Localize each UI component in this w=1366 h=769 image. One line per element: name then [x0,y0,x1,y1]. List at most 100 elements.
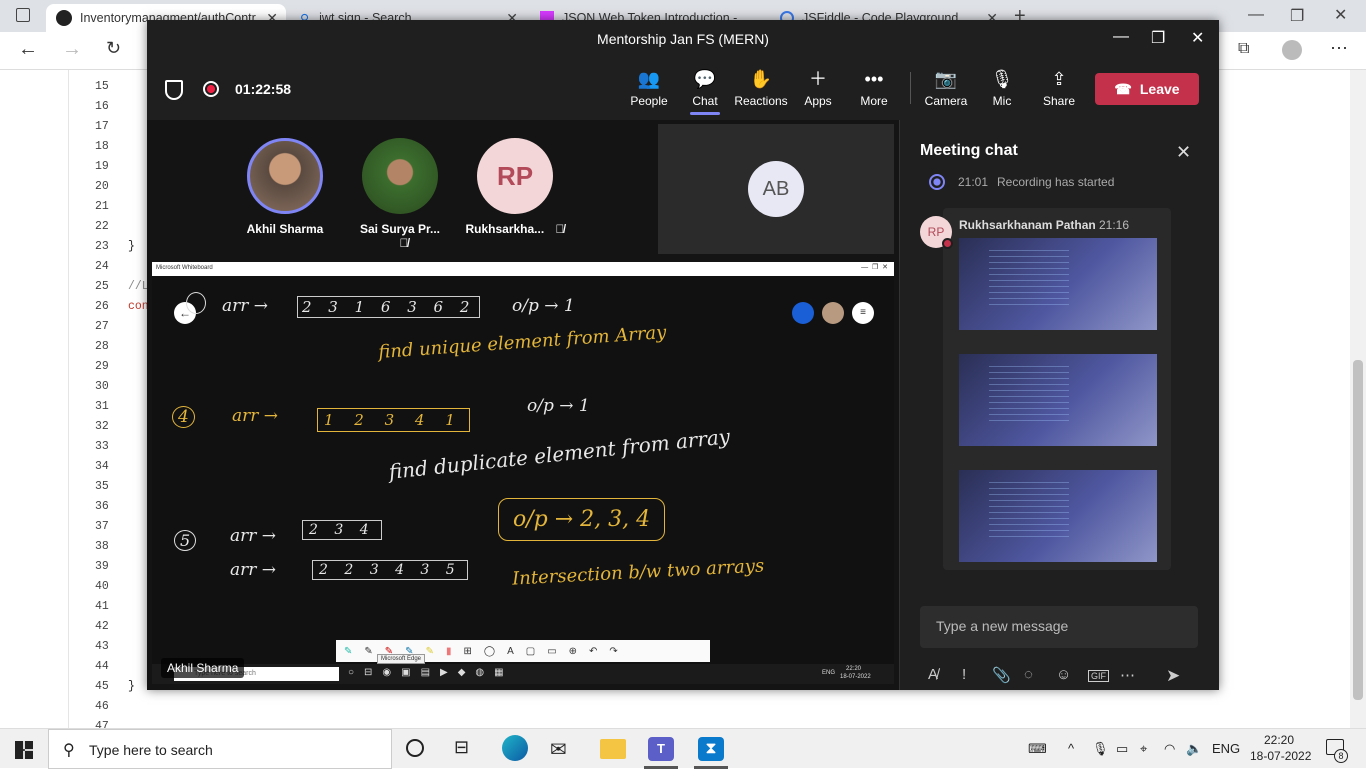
clock-time[interactable]: 22:20 [1264,733,1294,747]
file-explorer-icon[interactable] [600,739,626,759]
line-number: 43 [95,640,109,653]
menu-icon[interactable]: ⋯ [1330,38,1348,59]
line-number: 17 [95,120,109,133]
redo-icon[interactable]: ↷ [609,646,617,657]
image-icon[interactable]: ▭ [547,646,556,657]
ink-text: arr → [222,296,269,316]
location-icon[interactable]: ⌖ [1140,741,1147,757]
ink-text: Intersection b/w two arrays [511,555,765,590]
people-button[interactable]: 👥 People [621,68,677,108]
page-scrollbar[interactable] [1350,70,1366,728]
battery-icon[interactable]: ▭ [1116,741,1128,757]
shared-image[interactable] [959,470,1157,562]
forward-icon[interactable]: → [62,38,82,61]
participant-tile[interactable]: Akhil Sharma [235,138,335,236]
ink-text: o/p → 2, 3, 4 [498,498,666,541]
ink-text: 5 [174,530,197,551]
line-number: 37 [95,520,109,533]
minimize-icon[interactable]: — [1113,28,1129,46]
language-indicator[interactable]: ENG [1212,741,1240,756]
chevron-up-icon[interactable]: ^ [1068,741,1074,756]
camera-button[interactable]: 📷 Camera [918,68,974,108]
ink-circle [186,292,206,314]
wifi-icon[interactable]: ◠ [1164,741,1175,757]
back-icon[interactable]: ← [18,38,38,61]
shared-image[interactable] [959,354,1157,446]
vscode-icon[interactable]: ⧗ [698,737,724,761]
reload-icon[interactable]: ↻ [106,38,121,59]
text-icon[interactable]: A [507,646,514,657]
tab-actions-icon[interactable] [16,8,30,22]
close-icon[interactable]: ✕ [1191,28,1204,48]
menu-icon[interactable]: ≡ [852,302,874,324]
pen-icon[interactable]: ✎ [344,646,352,657]
undo-icon[interactable]: ↶ [589,646,597,657]
edge-icon[interactable] [502,735,528,761]
profile-avatar[interactable] [1282,40,1302,60]
pen-icon[interactable]: ✎ [364,646,372,657]
highlighter-icon[interactable]: ✎ [426,646,434,657]
leave-button[interactable]: ☎ Leave [1095,73,1199,105]
reactions-button[interactable]: ✋ Reactions [733,68,789,108]
mic-button[interactable]: 🎙 Mic [974,68,1030,108]
participant-tile[interactable]: Sai Surya Pr... 🎙̸ [350,138,450,250]
toolbar-divider [910,72,911,104]
shared-image[interactable] [959,238,1157,330]
minimize-icon[interactable]: — [1248,6,1264,24]
mic-off-icon: 🎙 [990,69,1014,89]
meeting-stage: Akhil Sharma Sai Surya Pr... 🎙̸ RP Rukhs… [147,120,899,690]
collections-icon[interactable]: ⧉ [1238,40,1249,58]
notification-count: 8 [1334,749,1348,763]
volume-icon[interactable]: 🔈 [1186,741,1202,757]
attach-icon[interactable]: 📎 [992,666,1011,684]
ink-text: o/p → 1 [512,296,575,316]
task-view-icon[interactable]: ⊟ [454,737,469,758]
send-icon[interactable]: ➤ [1166,666,1180,686]
teams-icon[interactable]: T [648,737,674,761]
scrollbar-thumb[interactable] [1353,360,1363,700]
line-number: 20 [95,180,109,193]
cortana-icon[interactable] [406,739,424,757]
participant-tile-video[interactable]: AB [658,124,894,254]
lasso-icon[interactable]: ◯ [484,646,495,657]
ruler-icon[interactable]: ⊞ [463,646,471,657]
share-icon: ⇪ [1051,69,1067,89]
mail-icon[interactable]: ✉ [550,737,567,762]
add-icon[interactable]: ⊕ [569,646,577,657]
avatar: RP [477,138,553,214]
share-button[interactable]: ⇪ Share [1031,68,1087,108]
chat-title: Meeting chat [920,142,1018,159]
inner-date: 18-07-2022 [840,674,871,680]
line-number: 23 [95,240,109,253]
maximize-icon[interactable]: ❐ [1290,6,1304,26]
mic-icon[interactable]: 🎙 [1092,741,1109,757]
more-button[interactable]: ••• More [846,68,902,108]
emoji-icon[interactable]: ☺ [1056,666,1071,683]
line-number: 24 [95,260,109,273]
ink-text: find duplicate element from array [387,424,732,484]
whiteboard-title-bar: Microsoft Whiteboard — ❐ ✕ [152,262,894,276]
ink-text: 1 2 3 4 1 [317,408,470,432]
chat-button[interactable]: 💬 Chat [677,68,733,115]
restore-icon[interactable]: ❐ [1151,28,1165,48]
keyboard-icon[interactable]: ⌨ [1028,741,1047,757]
windows-start-icon[interactable] [15,741,33,759]
line-number: 44 [95,660,109,673]
apps-button[interactable]: ＋ Apps [790,68,846,108]
format-icon[interactable]: A̸ [928,666,938,683]
message-input[interactable]: Type a new message [920,606,1198,648]
participant-tile[interactable]: RP Rukhsarkha... 🎙̸ [465,138,565,236]
phone-hangup-icon: ☎ [1114,80,1132,97]
more-options-icon[interactable]: ⋯ [1120,666,1135,684]
taskbar-search[interactable]: ⚲ Type here to search [48,729,392,769]
collaborator-avatar [792,302,814,324]
priority-icon[interactable]: ! [962,666,966,683]
loop-icon[interactable]: ◌ [1024,666,1033,683]
clock-date[interactable]: 18-07-2022 [1250,749,1311,763]
shape-icon[interactable]: ▢ [526,646,535,657]
eraser-icon[interactable]: ▮ [446,646,452,657]
close-window-icon[interactable]: ✕ [1334,5,1347,25]
message-sender: Rukhsarkhanam Pathan [959,218,1096,232]
close-chat-icon[interactable]: ✕ [1176,142,1191,163]
gif-icon[interactable]: GIF [1088,670,1109,682]
